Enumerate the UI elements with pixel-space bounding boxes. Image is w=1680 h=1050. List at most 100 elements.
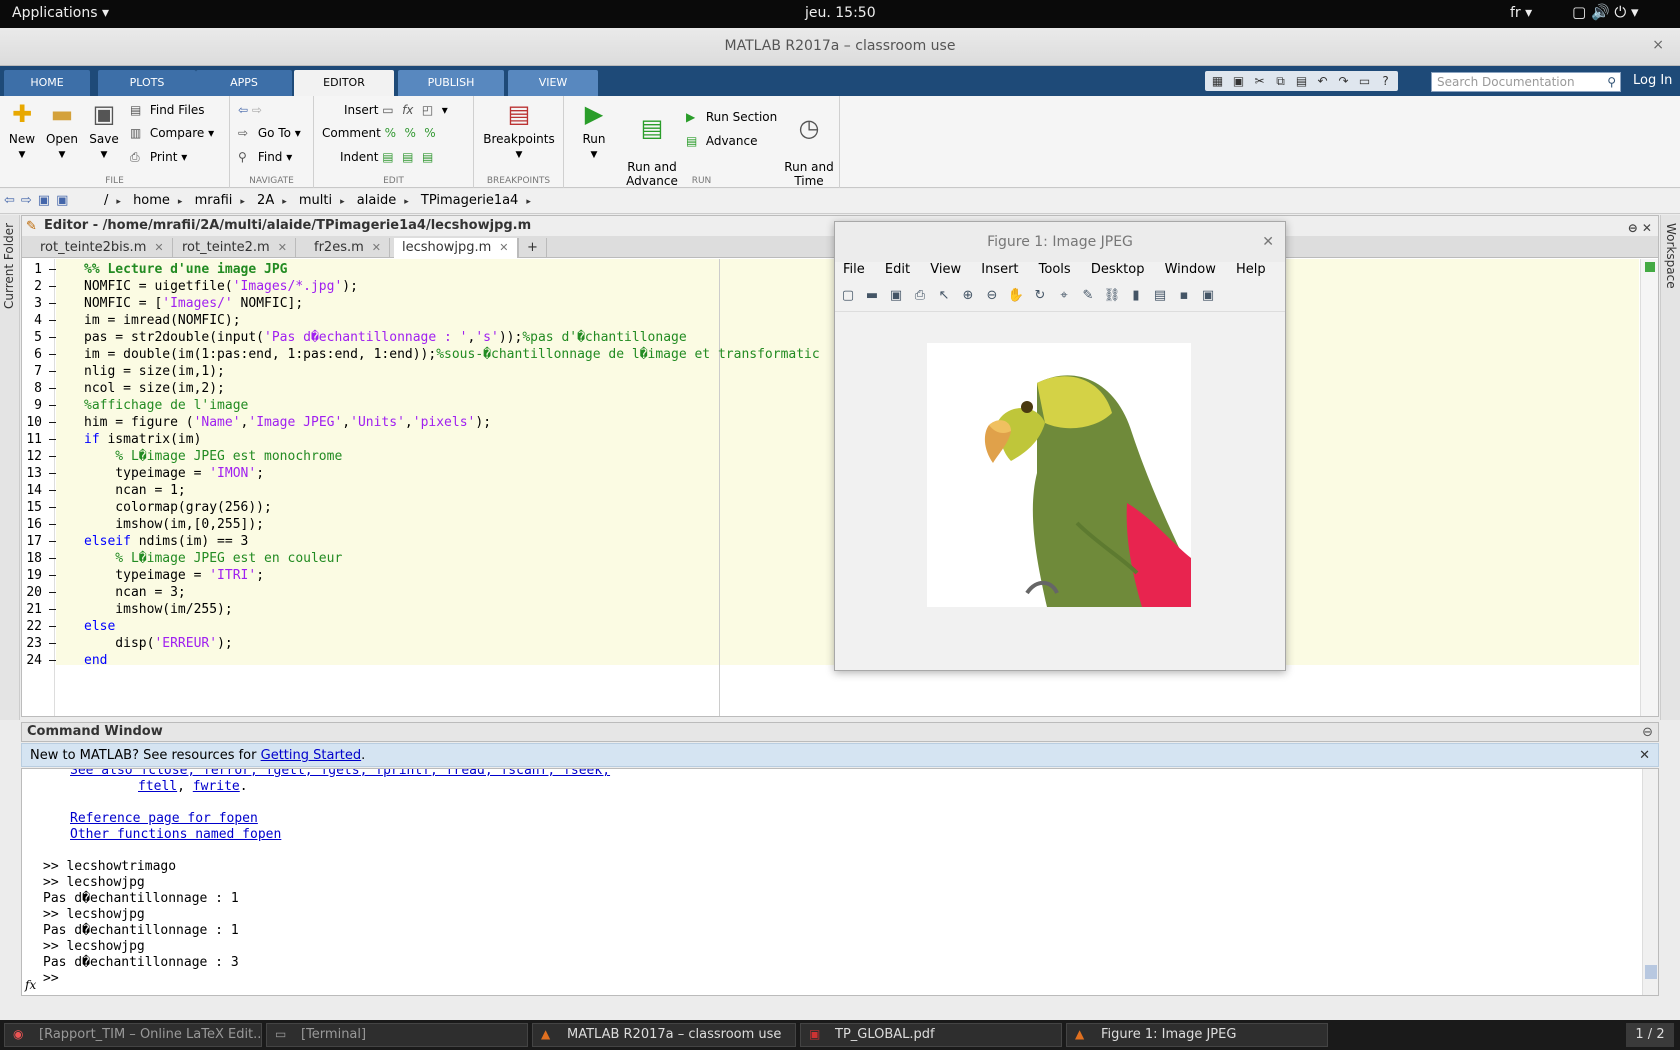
close-tab-icon[interactable]: ✕ (278, 241, 287, 254)
code-line[interactable]: imshow(im,[0,255]); (84, 516, 264, 533)
line-number[interactable]: 3 (22, 295, 42, 312)
run-section-button[interactable]: ▶ Run Section (686, 110, 777, 124)
current-folder-collapsed-panel[interactable]: Current Folder (0, 215, 20, 720)
indent-row[interactable]: Indent ▤ ▤ ▤ (340, 150, 438, 164)
comment-icon[interactable]: % (385, 126, 401, 140)
line-number[interactable]: 15 (22, 499, 42, 516)
line-number[interactable]: 16 (22, 516, 42, 533)
print-button[interactable]: ⎙ Print ▾ (130, 150, 187, 165)
code-line[interactable]: elseif ndims(im) == 3 (84, 533, 248, 550)
code-editor[interactable]: 1–2–3–4–5–6–7–8–9–10–11–12–13–14–15–16–1… (22, 259, 1639, 716)
code-line[interactable]: % L�image JPEG est monochrome (84, 448, 342, 465)
wrap-comment-icon[interactable]: % (424, 126, 440, 140)
open-file-icon[interactable]: ▬ (863, 288, 881, 307)
figure-menu-help[interactable]: Help (1236, 262, 1266, 277)
reference-page-link[interactable]: Reference page for fopen (70, 811, 258, 826)
search-documentation-input[interactable]: Search Documentation ⚲ (1431, 72, 1621, 92)
code-line[interactable]: ncan = 3; (84, 584, 185, 601)
colorbar-icon[interactable]: ▮ (1127, 288, 1145, 307)
fx-icon[interactable]: fx (402, 103, 418, 117)
line-number[interactable]: 12 (22, 448, 42, 465)
goto-button[interactable]: ⇨ Go To ▾ (238, 126, 301, 140)
copy-icon[interactable]: ⧉ (1271, 73, 1290, 89)
login-link[interactable]: Log In (1633, 73, 1672, 88)
code-line[interactable]: im = imread(NOMFIC); (84, 312, 241, 329)
breadcrumb-item[interactable]: 2A (257, 193, 274, 208)
save-button[interactable]: ▣ Save ▼ (86, 100, 122, 160)
open-button[interactable]: ▬ Open ▼ (44, 100, 80, 160)
close-getting-started-button[interactable]: ✕ (1639, 744, 1650, 767)
tab-publish[interactable]: PUBLISH (398, 70, 504, 96)
link-plot-icon[interactable]: ⛓ (1103, 288, 1121, 307)
getting-started-link[interactable]: Getting Started (261, 748, 362, 763)
editor-tab-fr2es[interactable]: fr2es.m ✕ (306, 238, 390, 258)
line-number[interactable]: 22 (22, 618, 42, 635)
comment-row[interactable]: Comment % % % (322, 126, 440, 140)
insert-function-icon[interactable]: ◰ (422, 103, 438, 117)
rotate-3d-icon[interactable]: ↻ (1031, 288, 1049, 307)
line-number[interactable]: 10 (22, 414, 42, 431)
line-number[interactable]: 6 (22, 346, 42, 363)
code-line[interactable]: % L�image JPEG est en couleur (84, 550, 342, 567)
code-line[interactable]: ncan = 1; (84, 482, 185, 499)
figure-menu-tools[interactable]: Tools (1039, 262, 1071, 277)
run-and-time-button[interactable]: ◷ Run and Time (782, 100, 836, 188)
taskbar-item-matlab[interactable]: ▲ MATLAB R2017a – classroom use (532, 1023, 796, 1047)
window-close-button[interactable]: × (1652, 37, 1664, 53)
code-line[interactable]: nlig = size(im,1); (84, 363, 225, 380)
function-browser-icon[interactable]: fx (25, 978, 36, 992)
line-number[interactable]: 4 (22, 312, 42, 329)
unindent-icon[interactable]: ▤ (422, 150, 438, 164)
help-icon[interactable]: ? (1376, 73, 1395, 89)
line-number[interactable]: 1 (22, 261, 42, 278)
path-nav-buttons[interactable]: ⇦⇨▣▣ (4, 193, 74, 208)
workspace-collapsed-panel[interactable]: Workspace (1660, 215, 1680, 720)
taskbar-item-latex[interactable]: ◉ [Rapport_TIM – Online LaTeX Edit... (4, 1023, 262, 1047)
line-number[interactable]: 2 (22, 278, 42, 295)
smart-indent-icon[interactable]: ▤ (382, 150, 398, 164)
line-number[interactable]: 8 (22, 380, 42, 397)
paste-icon[interactable]: ▤ (1292, 73, 1311, 89)
hide-plot-tools-icon[interactable]: ▪ (1175, 288, 1193, 307)
applications-menu[interactable]: Applications ▾ (12, 5, 109, 21)
redo-icon[interactable]: ↷ (1334, 73, 1353, 89)
ftell-link[interactable]: ftell (138, 779, 177, 794)
legend-icon[interactable]: ▤ (1151, 288, 1169, 307)
code-line[interactable]: him = figure ('Name','Image JPEG','Units… (84, 414, 491, 431)
tab-plots[interactable]: PLOTS (98, 70, 196, 96)
tab-editor[interactable]: EDITOR (294, 70, 394, 96)
back-icon[interactable]: ⇦ (238, 103, 248, 117)
taskbar-item-figure[interactable]: ▲ Figure 1: Image JPEG (1066, 1023, 1328, 1047)
tab-view[interactable]: VIEW (508, 70, 598, 96)
insert-row[interactable]: Insert ▭ fx ◰ ▾ (344, 103, 448, 117)
clock[interactable]: jeu. 15:50 (805, 5, 876, 21)
line-number[interactable]: 9 (22, 397, 42, 414)
code-line[interactable]: disp('ERREUR'); (84, 635, 232, 652)
run-and-advance-button[interactable]: ▤ Run and Advance (620, 100, 684, 188)
line-number[interactable]: 18 (22, 550, 42, 567)
breadcrumb-item[interactable]: multi (299, 193, 332, 208)
code-line[interactable]: NOMFIC = ['Images/' NOMFIC]; (84, 295, 303, 312)
figure-menu-edit[interactable]: Edit (885, 262, 910, 277)
data-cursor-icon[interactable]: ⌖ (1055, 288, 1073, 307)
line-number[interactable]: 23 (22, 635, 42, 652)
select-pointer-icon[interactable]: ↖ (935, 288, 953, 307)
code-line[interactable]: colormap(gray(256)); (84, 499, 272, 516)
line-number[interactable]: 13 (22, 465, 42, 482)
figure-menu-view[interactable]: View (930, 262, 961, 277)
code-line[interactable]: imshow(im/255); (84, 601, 232, 618)
line-number[interactable]: 19 (22, 567, 42, 584)
find-files-button[interactable]: ▤ Find Files (130, 103, 205, 117)
save-figure-icon[interactable]: ▣ (887, 288, 905, 307)
undo-icon[interactable]: ↶ (1313, 73, 1332, 89)
uncomment-icon[interactable]: % (404, 126, 420, 140)
status-icons[interactable]: ▢ 🔊 ⏻ ▾ (1572, 3, 1639, 21)
editor-panel-controls[interactable]: ⊖ ✕ (1628, 218, 1652, 238)
code-line[interactable]: typeimage = 'IMON'; (84, 465, 264, 482)
other-functions-link[interactable]: Other functions named fopen (70, 827, 281, 842)
editor-tab-rot-teinte2[interactable]: rot_teinte2.m ✕ (174, 238, 296, 258)
show-plot-tools-icon[interactable]: ▣ (1199, 288, 1217, 307)
code-line[interactable]: %% Lecture d'une image JPG (84, 261, 288, 278)
code-line[interactable]: %affichage de l'image (84, 397, 248, 414)
indent-icon[interactable]: ▤ (402, 150, 418, 164)
